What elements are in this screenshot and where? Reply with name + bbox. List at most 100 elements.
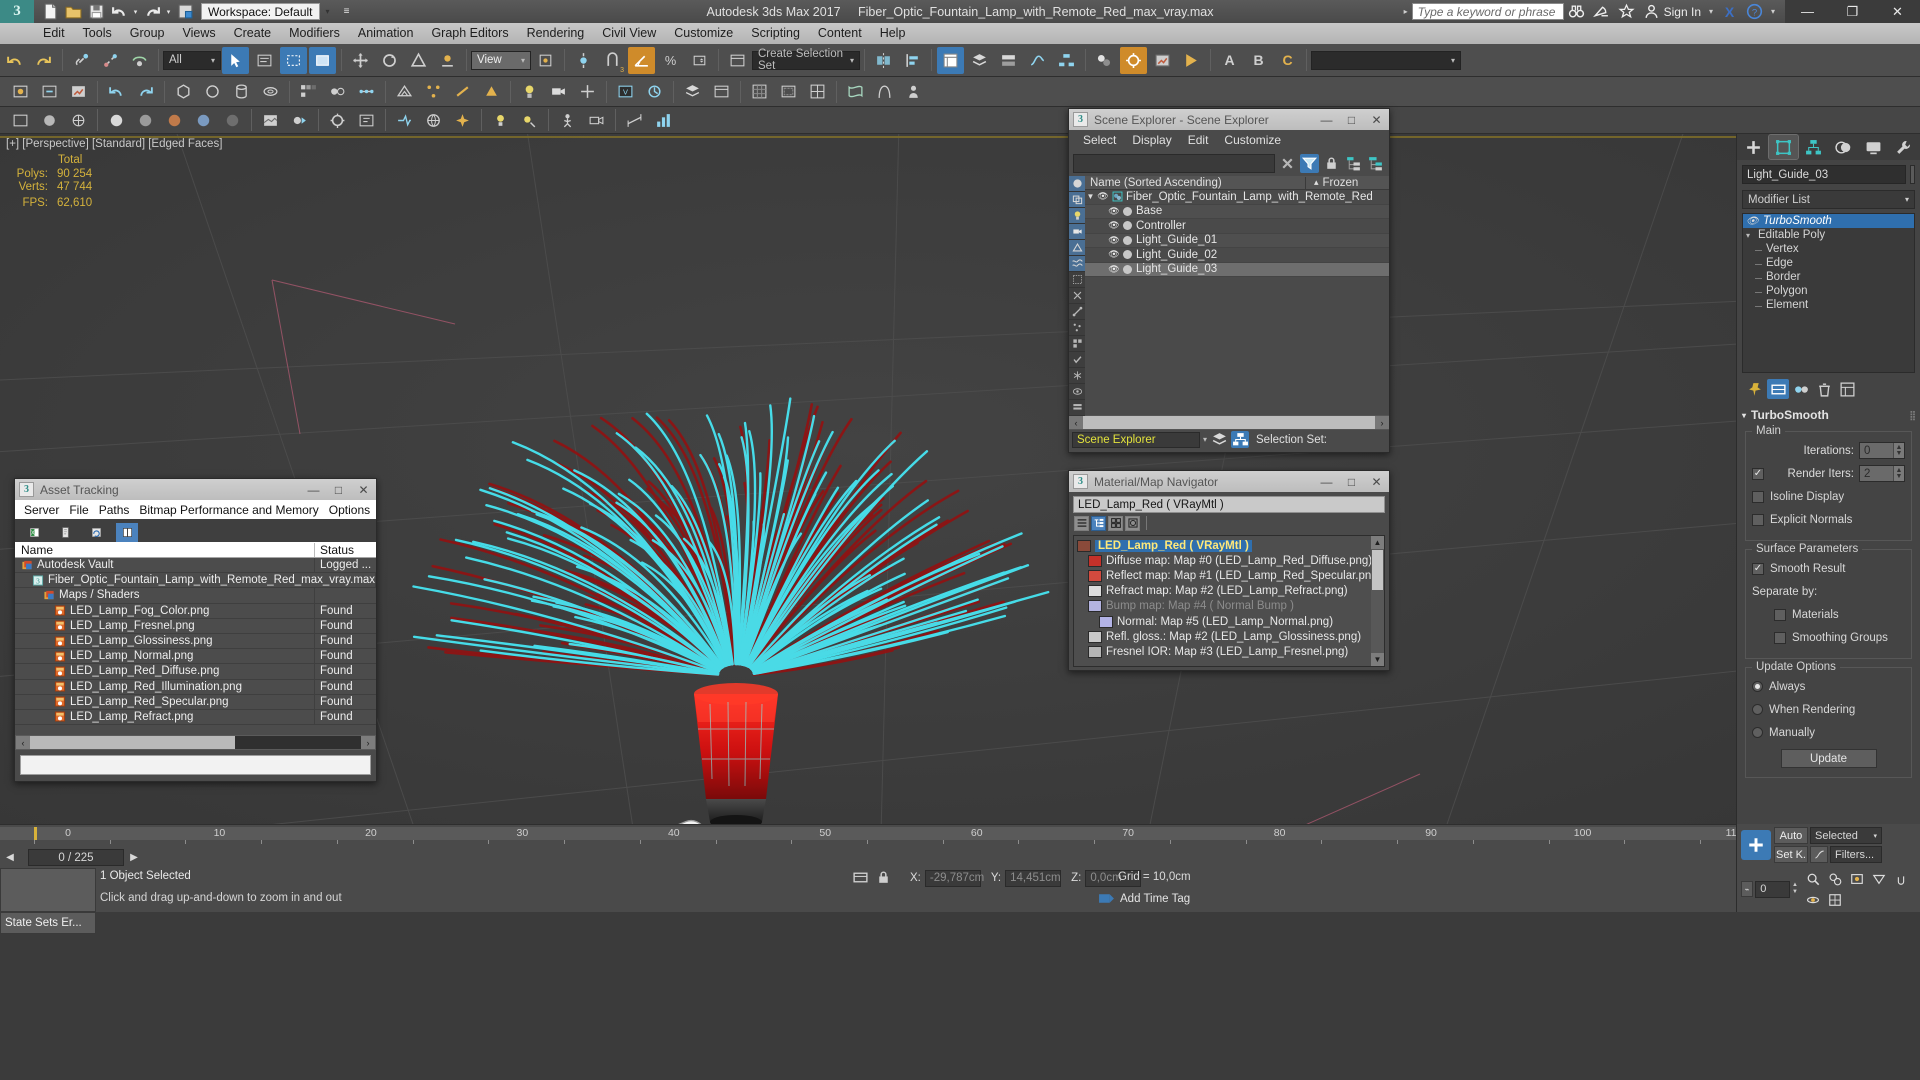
toggle-ribbon-icon[interactable]	[995, 47, 1022, 74]
asset-tracking-window[interactable]: 3 Asset Tracking — □ ✕ ServerFilePathsBi…	[14, 478, 377, 782]
scene-explorer-menu-edit[interactable]: Edit	[1180, 133, 1217, 147]
asset-tracking-status-field[interactable]	[20, 755, 371, 775]
new-file-icon[interactable]	[39, 1, 61, 22]
hierarchy-tab-icon[interactable]	[1799, 135, 1828, 159]
assign-material-icon[interactable]	[286, 107, 313, 134]
material-tree-row[interactable]: Diffuse map: Map #0 (LED_Lamp_Red_Diffus…	[1077, 553, 1384, 568]
asset-tracking-row[interactable]: LED_Lamp_Red_Specular.pngFound	[15, 695, 376, 710]
menu-item-content[interactable]: Content	[809, 23, 871, 44]
field-spinner[interactable]: 2▲▼	[1859, 465, 1905, 482]
utilities-tab-icon[interactable]	[1889, 135, 1918, 159]
add-time-tag-icon[interactable]	[1098, 890, 1115, 907]
modifier-stack[interactable]: 👁TurboSmooth▾Editable PolyVertexEdgeBord…	[1742, 213, 1915, 373]
modifier-stack-entry[interactable]: Edge	[1743, 256, 1914, 270]
create-tab-icon[interactable]	[1739, 135, 1768, 159]
rendered-frame-window-icon[interactable]	[1149, 47, 1176, 74]
window-crossing-icon[interactable]	[309, 47, 336, 74]
scene-explorer-row[interactable]: 👁Light_Guide_02	[1085, 248, 1389, 263]
material-navigator-vertical-scrollbar[interactable]: ▲ ▼	[1371, 536, 1384, 666]
scroll-track[interactable]	[1083, 416, 1375, 429]
scene-explorer-row[interactable]: 👁Light_Guide_01	[1085, 234, 1389, 249]
filter-groups-icon[interactable]	[1069, 272, 1085, 288]
save-file-icon[interactable]	[85, 1, 107, 22]
named-selection-set-field[interactable]: Create Selection Set ▾	[752, 51, 860, 70]
modifier-stack-entry[interactable]: 👁TurboSmooth	[1743, 214, 1914, 228]
menu-item-rendering[interactable]: Rendering	[518, 23, 594, 44]
edit-mesh-icon[interactable]	[391, 78, 418, 105]
state-sets-tab[interactable]: State Sets Er...	[0, 912, 96, 934]
key-filters-button[interactable]: Filters...	[1830, 846, 1882, 863]
search-binoculars-icon[interactable]	[1564, 0, 1589, 23]
infocenter-expand-icon[interactable]: ▸	[1400, 7, 1412, 16]
material-navigator-maximize-button[interactable]: □	[1339, 471, 1364, 492]
array-icon[interactable]	[295, 78, 322, 105]
modifier-stack-entry[interactable]: Border	[1743, 270, 1914, 284]
spinner-arrows-icon[interactable]: ▲▼	[1893, 466, 1904, 481]
asset-tracking-minimize-button[interactable]: —	[301, 479, 326, 500]
scene-explorer-row[interactable]: 👁Base	[1085, 205, 1389, 220]
asset-tracking-row[interactable]: LED_Lamp_Refract.pngFound	[15, 710, 376, 725]
scene-explorer-list[interactable]: Name (Sorted Ascending) ▴ Frozen ▼👁Fiber…	[1085, 176, 1389, 415]
scene-explorer-row[interactable]: 👁Controller	[1085, 219, 1389, 234]
menu-item-civil-view[interactable]: Civil View	[593, 23, 665, 44]
field-spinner[interactable]: 0▲▼	[1859, 442, 1905, 459]
prev-frame-icon[interactable]: ◀	[0, 849, 20, 866]
filter-space-warps-icon[interactable]	[1069, 256, 1085, 272]
modify-tab-icon[interactable]	[1769, 135, 1798, 159]
select-and-manipulate-big-icon[interactable]	[1741, 830, 1771, 860]
scene-explorer-menu-display[interactable]: Display	[1124, 133, 1179, 147]
orbit-icon[interactable]	[1802, 889, 1824, 910]
material-editor-icon[interactable]	[1091, 47, 1118, 74]
menu-item-customize[interactable]: Customize	[665, 23, 742, 44]
camera-icon[interactable]	[545, 78, 572, 105]
small-icons-icon[interactable]	[1108, 516, 1123, 531]
angle-snap-toggle-icon[interactable]	[628, 47, 655, 74]
redo-icon[interactable]	[141, 1, 163, 22]
menu-item-edit[interactable]: Edit	[34, 23, 74, 44]
filter-helpers-icon[interactable]	[1069, 240, 1085, 256]
tree-view-icon[interactable]	[1091, 516, 1106, 531]
filter-geometry-icon[interactable]	[1069, 176, 1085, 192]
display-tab-icon[interactable]	[1859, 135, 1888, 159]
exchange-app-store-icon[interactable]: X	[1717, 0, 1742, 23]
redo-view-icon[interactable]	[132, 78, 159, 105]
display-shaded-icon[interactable]	[36, 107, 63, 134]
menu-item-animation[interactable]: Animation	[349, 23, 423, 44]
visibility-eye-icon[interactable]: 👁	[1107, 220, 1121, 231]
filter-funnel-icon[interactable]	[1300, 154, 1319, 173]
menu-item-modifiers[interactable]: Modifiers	[280, 23, 349, 44]
text-a-icon[interactable]: A	[1216, 47, 1243, 74]
app-logo-icon[interactable]: 3	[0, 0, 34, 23]
asset-tracking-row[interactable]: LED_Lamp_Glossiness.pngFound	[15, 634, 376, 649]
use-pivot-point-center-icon[interactable]	[532, 47, 559, 74]
material-slot-1-icon[interactable]	[103, 107, 130, 134]
scene-explorer-search-input[interactable]	[1073, 154, 1275, 173]
columns-icon[interactable]	[116, 523, 138, 542]
render-setup-icon[interactable]	[1120, 47, 1147, 74]
field-checkbox[interactable]: ✓	[1752, 468, 1764, 480]
scroll-up-icon[interactable]: ▲	[1371, 536, 1384, 549]
clear-x-icon[interactable]	[1278, 154, 1297, 173]
timeline-track-bar[interactable]: 0102030405060708090100110120130140150160…	[0, 824, 1736, 847]
sign-in-dropdown-icon[interactable]: ▾	[1705, 7, 1717, 16]
key-spin-up-icon[interactable]: ▲	[1792, 882, 1798, 889]
vray-light-lister-icon[interactable]	[641, 78, 668, 105]
asset-tracking-menu-file[interactable]: File	[64, 503, 93, 517]
environment-icon[interactable]	[420, 107, 447, 134]
auto-key-button[interactable]: Auto	[1774, 827, 1808, 844]
viewport-label[interactable]: [+] [Perspective] [Standard] [Edged Face…	[6, 138, 222, 150]
key-mode-toggle-icon[interactable]: ⌁	[1741, 881, 1753, 897]
scene-explorer-menu-customize[interactable]: Customize	[1216, 133, 1289, 147]
material-tree-row[interactable]: Reflect map: Map #1 (LED_Lamp_Red_Specul…	[1077, 568, 1384, 583]
viewport-config-icon[interactable]	[804, 78, 831, 105]
asset-tracking-horizontal-scrollbar[interactable]: ‹ ›	[15, 735, 376, 750]
next-frame-icon[interactable]: ▶	[124, 849, 144, 866]
ray-traced-shadows-icon[interactable]	[516, 107, 543, 134]
scroll-down-icon[interactable]: ▼	[1371, 653, 1384, 666]
selection-set-icon[interactable]	[1231, 431, 1249, 448]
undo-icon[interactable]	[108, 1, 130, 22]
search-input[interactable]: Type a keyword or phrase	[1412, 3, 1564, 20]
select-by-name-icon[interactable]	[251, 47, 278, 74]
modifier-list-dropdown[interactable]: Modifier List ▾	[1742, 190, 1915, 209]
configure-modifier-sets-icon[interactable]	[1836, 379, 1858, 399]
